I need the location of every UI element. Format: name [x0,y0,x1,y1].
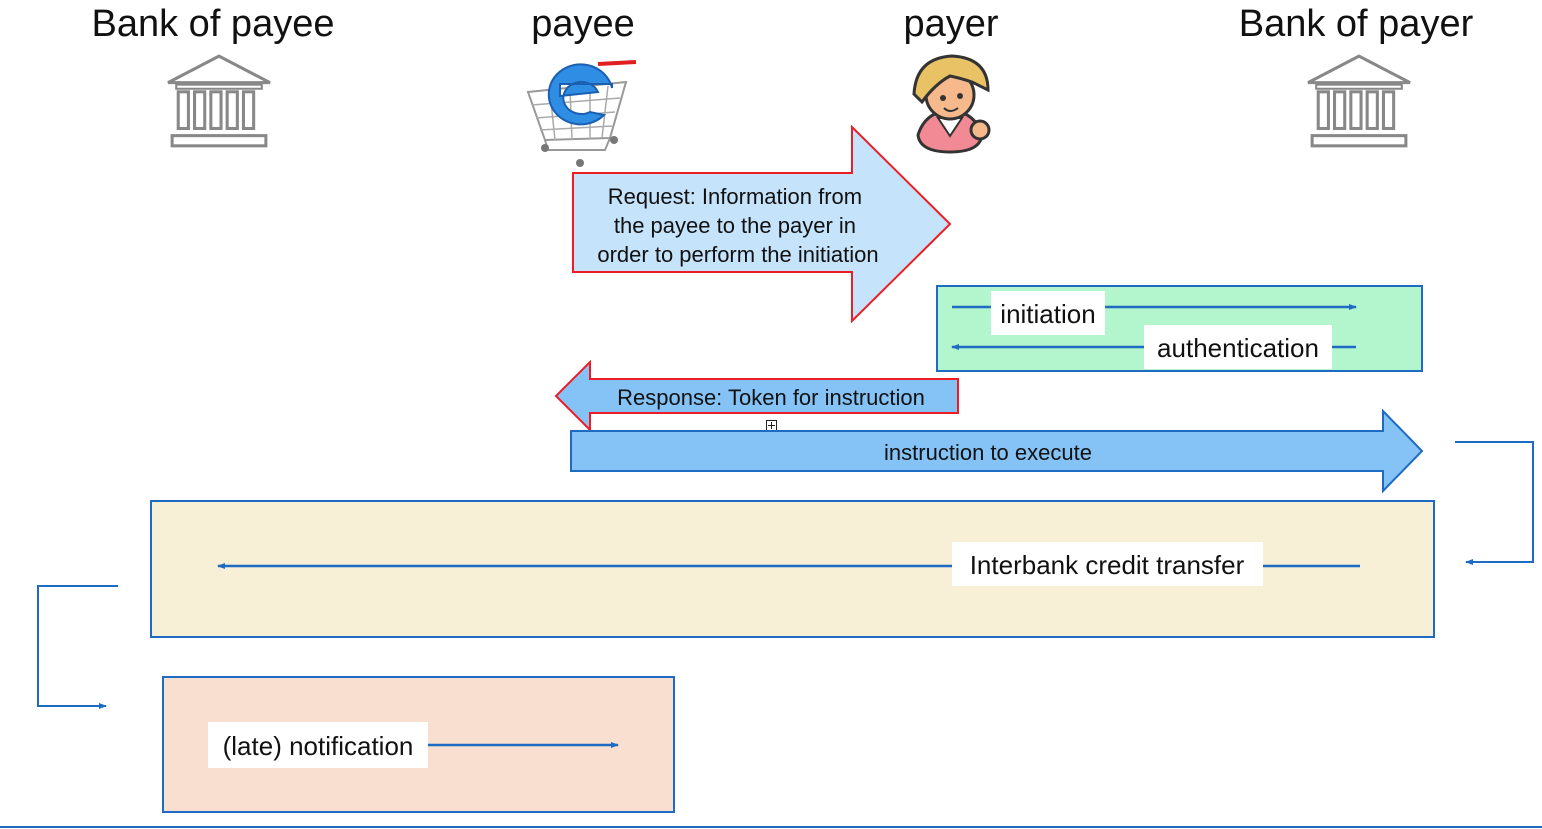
actor-label-payer: payer [903,3,998,45]
authentication-label: authentication [1157,333,1319,363]
payment-flow-diagram: Bank of payee payee payer Bank of payer … [0,3,1542,828]
connector-arrow [1455,441,1534,565]
request-arrow: Request: Information from the payee to t… [572,124,952,324]
response-label: Response: Token for instruction [617,385,925,410]
instruction-arrow: instruction to execute [570,408,1424,494]
request-text-line: Request: Information from [608,184,862,209]
actor-label-payee: payee [531,3,635,45]
request-text-line: the payee to the payer in [614,213,856,238]
notification-box: (late) notification [162,676,675,813]
actor-label-bank-of-payer: Bank of payer [1239,3,1474,45]
person-icon [912,54,991,154]
interbank-label: Interbank credit transfer [970,550,1245,580]
svg-text:Request: Information from: Request: Information from the payee to t… [597,184,878,267]
actor-label-bank-of-payee: Bank of payee [92,3,335,45]
request-text-line: order to perform the initiation [597,242,878,267]
initiation-label: initiation [1000,299,1095,329]
interbank-box: Interbank credit transfer [150,500,1435,638]
initiation-authentication-box: initiation authentication [936,285,1423,372]
shopping-cart-icon [526,60,637,167]
notification-label: (late) notification [223,731,414,761]
bank-icon [1306,54,1412,148]
connector-arrow [37,585,118,709]
response-arrow: Response: Token for instruction [554,359,959,433]
bank-icon [166,54,272,148]
expand-handle-icon[interactable] [766,420,777,431]
instruction-label: instruction to execute [884,440,1092,465]
